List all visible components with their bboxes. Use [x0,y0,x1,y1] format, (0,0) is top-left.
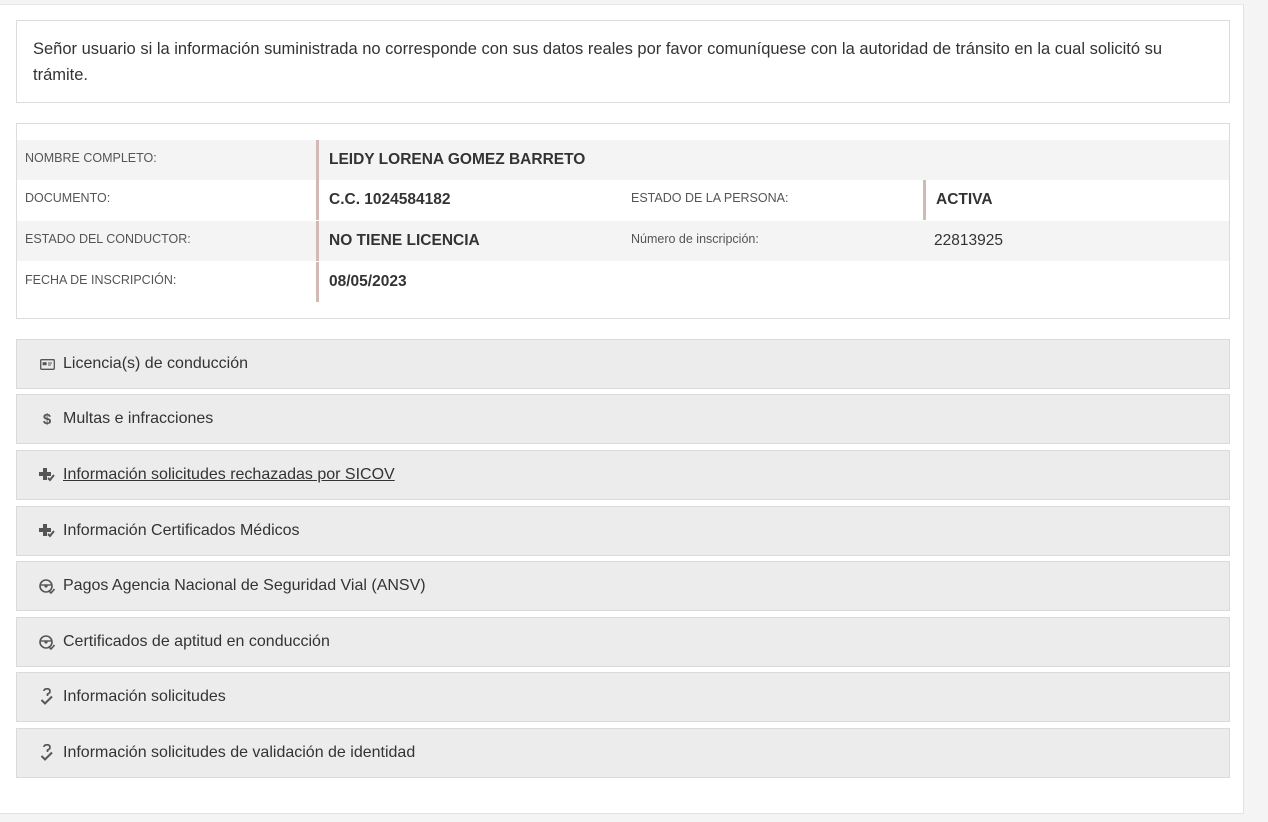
documento-label: DOCUMENTO: [25,191,111,205]
nombre-value: LEIDY LORENA GOMEZ BARRETO [316,140,585,180]
question-check-icon [35,688,59,706]
notice-text: Señor usuario si la información suminist… [33,40,1163,84]
section-label: Información solicitudes [63,688,226,705]
id-card-icon [35,358,59,370]
section-label: Certificados de aptitud en conducción [63,633,330,650]
row-conductor: ESTADO DEL CONDUCTOR: NO TIENE LICENCIA … [17,221,1229,261]
question-check-icon [35,744,59,762]
section-label: Información Certificados Médicos [63,522,300,539]
steering-wheel-icon [35,634,59,650]
person-info-table: NOMBRE COMPLETO: LEIDY LORENA GOMEZ BARR… [16,123,1230,319]
row-nombre: NOMBRE COMPLETO: LEIDY LORENA GOMEZ BARR… [17,140,1229,180]
section-certificados-aptitud[interactable]: Certificados de aptitud en conducción [16,617,1230,667]
nombre-label: NOMBRE COMPLETO: [25,151,157,165]
medical-plus-icon [35,468,59,482]
section-label: Pagos Agencia Nacional de Seguridad Vial… [63,577,426,594]
steering-wheel-icon [35,578,59,594]
dollar-icon: $ [42,410,52,428]
section-rechazadas-sicov[interactable]: Información solicitudes rechazadas por S… [16,450,1230,500]
fecha-label: FECHA DE INSCRIPCIÓN: [25,273,177,287]
section-label: Licencia(s) de conducción [63,355,248,372]
row-fecha: FECHA DE INSCRIPCIÓN: 08/05/2023 [17,262,1229,302]
notice-box: Señor usuario si la información suminist… [16,20,1230,103]
section-validacion-identidad[interactable]: Información solicitudes de validación de… [16,728,1230,778]
fecha-value: 08/05/2023 [316,262,407,302]
section-certificados-medicos[interactable]: Información Certificados Médicos [16,506,1230,556]
section-multas[interactable]: $ Multas e infracciones [16,394,1230,444]
estado-persona-value: ACTIVA [923,180,993,220]
section-informacion-solicitudes[interactable]: Información solicitudes [16,672,1230,722]
estado-conductor-value: NO TIENE LICENCIA [316,221,480,261]
section-pagos-ansv[interactable]: Pagos Agencia Nacional de Seguridad Vial… [16,561,1230,611]
section-label[interactable]: Información solicitudes rechazadas por S… [63,466,395,484]
row-documento: DOCUMENTO: C.C. 1024584182 ESTADO DE LA … [17,180,1229,220]
inscripcion-num-value: 22813925 [934,232,1003,249]
inscripcion-num-label: Número de inscripción: [631,232,759,246]
estado-persona-label: ESTADO DE LA PERSONA: [631,191,789,205]
estado-conductor-label: ESTADO DEL CONDUCTOR: [25,232,191,246]
documento-value: C.C. 1024584182 [316,180,451,220]
medical-plus-icon [35,524,59,538]
section-label: Multas e infracciones [63,410,214,427]
section-licencias[interactable]: Licencia(s) de conducción [16,339,1230,389]
section-label: Información solicitudes de validación de… [63,744,416,761]
